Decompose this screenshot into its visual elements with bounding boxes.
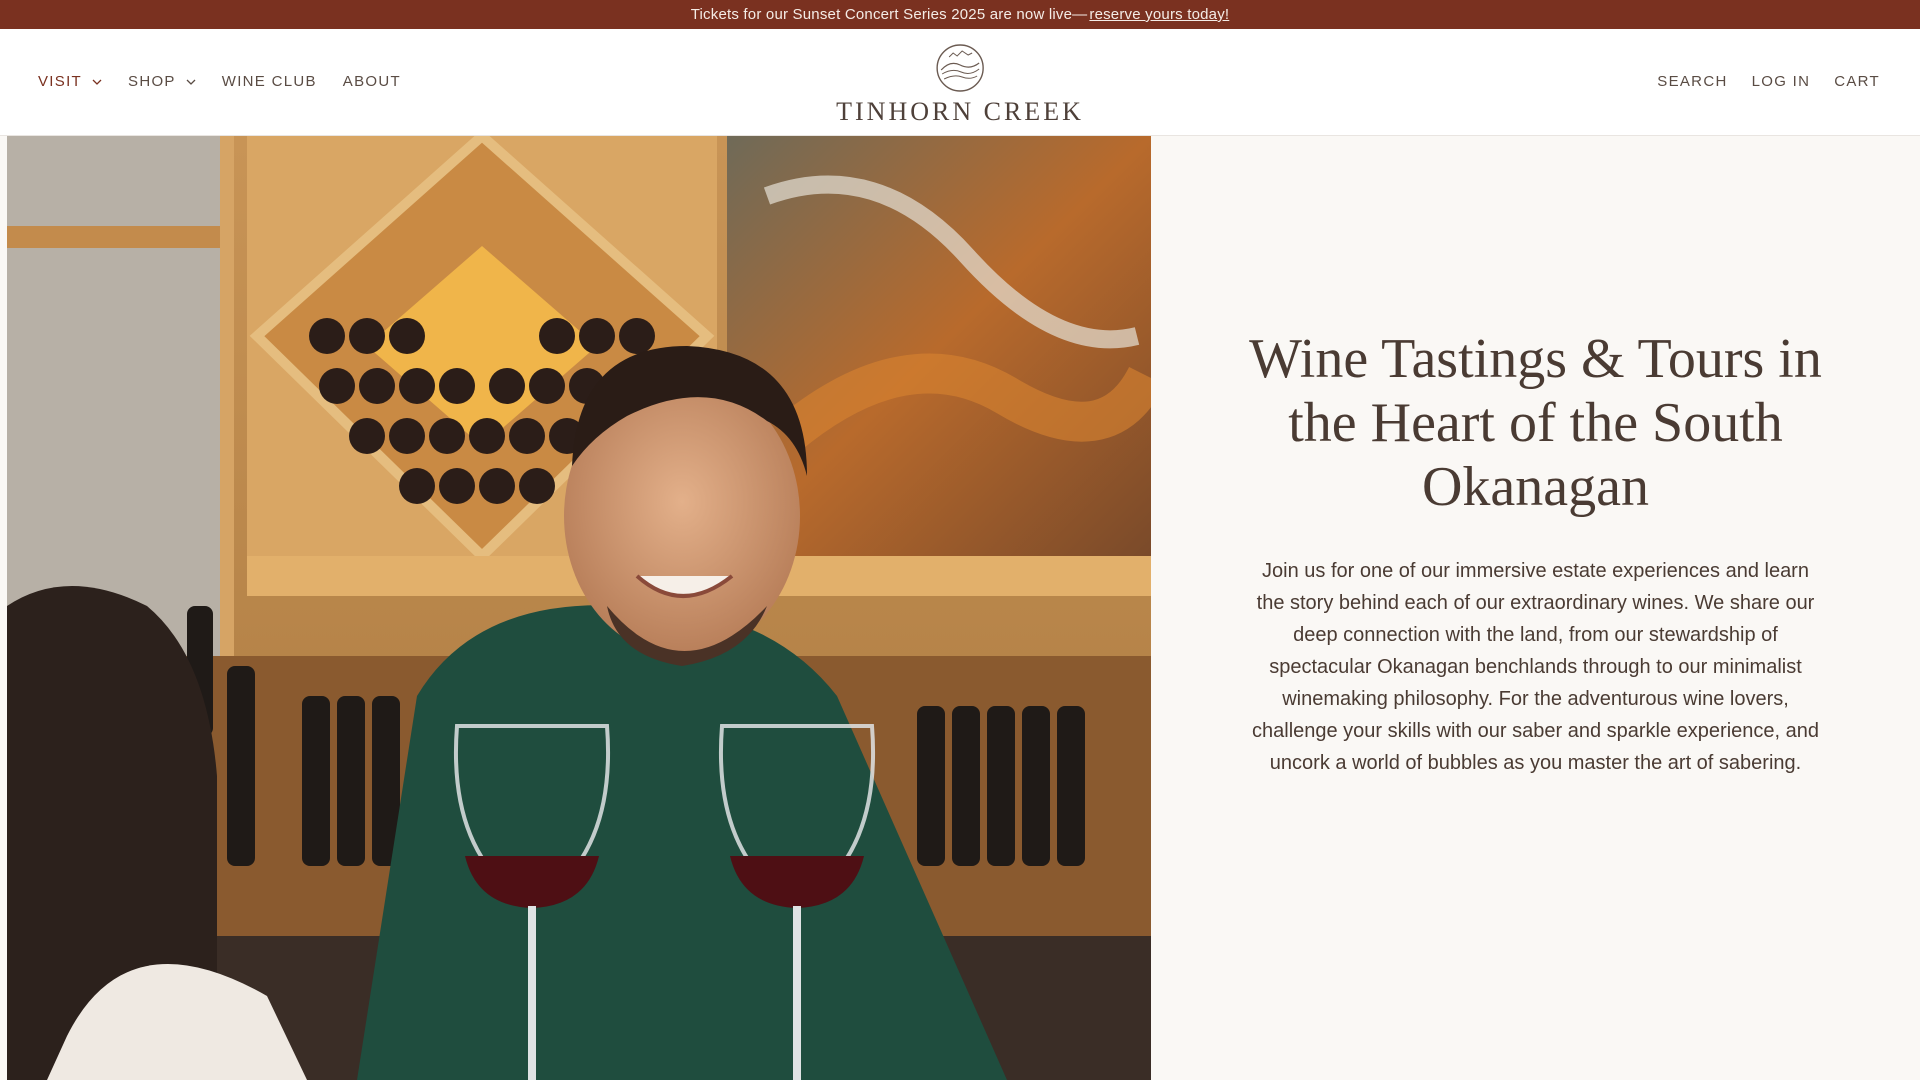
brand-name: TINHORN CREEK [836, 97, 1084, 126]
utility-nav: SEARCH LOG IN CART [1657, 73, 1880, 90]
site-header: VISIT SHOP WINE CLUB ABOUT TINHORN CREEK… [0, 29, 1920, 136]
nav-about[interactable]: ABOUT [343, 73, 401, 90]
hero-section: Wine Tastings & Tours in the Heart of th… [0, 136, 1920, 1080]
cart-label: CART [1834, 73, 1880, 90]
announcement-link[interactable]: reserve yours today! [1089, 6, 1229, 23]
hero-photo [7, 136, 1151, 1080]
login-link[interactable]: LOG IN [1752, 73, 1811, 90]
hero-photo-illustration [7, 136, 1151, 1080]
search-label: SEARCH [1657, 73, 1728, 90]
announcement-bar: Tickets for our Sunset Concert Series 20… [0, 0, 1920, 29]
chevron-down-icon [92, 79, 102, 85]
nav-visit-label: VISIT [38, 73, 83, 90]
nav-wine-club-label: WINE CLUB [221, 73, 317, 90]
hero-title: Wine Tastings & Tours in the Heart of th… [1249, 328, 1822, 518]
hero-copy: Wine Tastings & Tours in the Heart of th… [1151, 136, 1920, 1080]
nav-wine-club[interactable]: WINE CLUB [222, 73, 317, 90]
nav-shop-label: SHOP [128, 73, 176, 90]
vineyard-emblem-icon [936, 44, 984, 92]
cart-link[interactable]: CART [1834, 73, 1880, 90]
announcement-text: Tickets for our Sunset Concert Series 20… [690, 6, 1088, 23]
chevron-down-icon [186, 79, 196, 85]
search-link[interactable]: SEARCH [1657, 73, 1727, 90]
nav-about-label: ABOUT [342, 73, 401, 90]
site-logo[interactable]: TINHORN CREEK [836, 43, 1084, 127]
nav-shop[interactable]: SHOP [128, 73, 196, 90]
hero-body: Join us for one of our immersive estate … [1252, 560, 1819, 774]
login-label: LOG IN [1751, 73, 1811, 90]
primary-nav: VISIT SHOP WINE CLUB ABOUT [38, 73, 401, 90]
nav-visit[interactable]: VISIT [38, 73, 102, 90]
